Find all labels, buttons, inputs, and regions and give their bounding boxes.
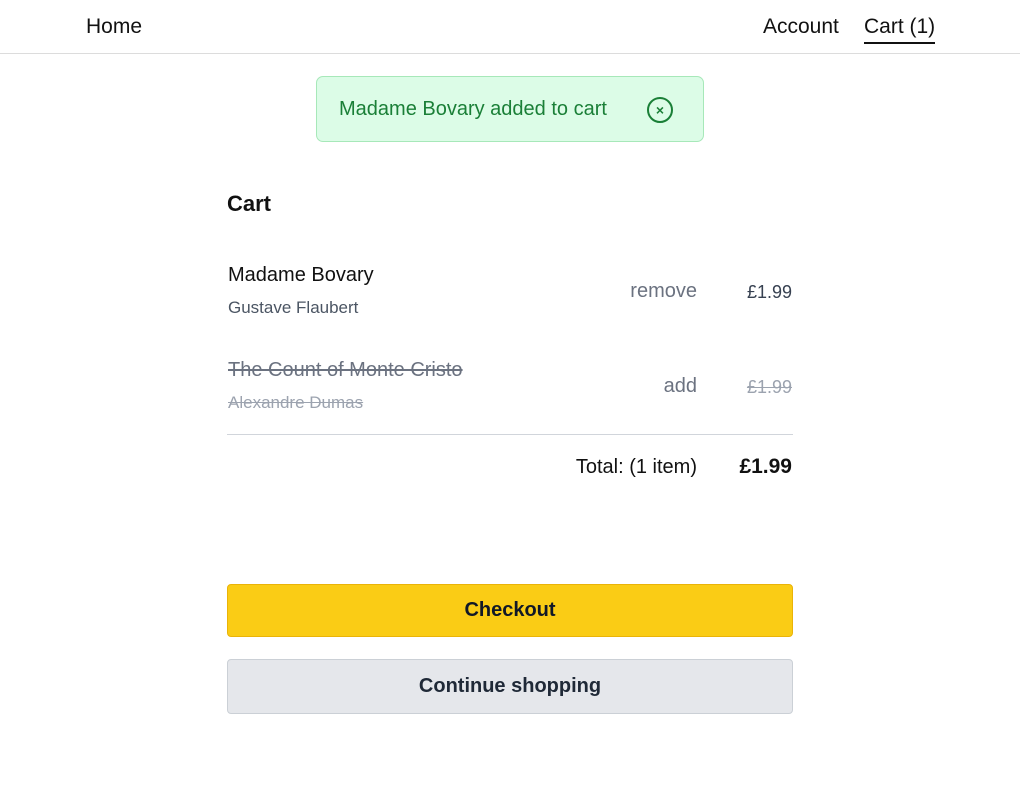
nav-cart-link[interactable]: Cart (1)	[864, 15, 936, 44]
item-title: Madame Bovary	[228, 264, 374, 286]
cart-item-row: Madame Bovary Gustave Flaubert remove £1…	[227, 262, 793, 332]
close-icon[interactable]: ×	[647, 97, 673, 123]
cart-item-row-removed: The Count of Monte Cristo Alexandre Duma…	[227, 357, 793, 427]
item-author: Gustave Flaubert	[228, 298, 359, 317]
remove-item-button[interactable]: remove	[630, 280, 697, 303]
continue-shopping-button[interactable]: Continue shopping	[227, 659, 793, 714]
added-to-cart-toast: Madame Bovary added to cart ×	[316, 76, 704, 142]
nav-home-link[interactable]: Home	[86, 15, 142, 39]
item-price: £1.99	[746, 377, 792, 397]
cart-heading: Cart	[227, 191, 272, 216]
total-value: £1.99	[739, 455, 792, 478]
item-author: Alexandre Dumas	[228, 393, 364, 412]
add-item-button[interactable]: add	[664, 375, 697, 398]
top-navigation: Home Account Cart (1)	[0, 0, 1020, 54]
nav-account-link[interactable]: Account	[763, 15, 839, 39]
checkout-button[interactable]: Checkout	[227, 584, 793, 637]
item-price: £1.99	[746, 282, 792, 302]
cart-divider	[227, 434, 793, 435]
item-title: The Count of Monte Cristo	[228, 359, 463, 381]
toast-message: Madame Bovary added to cart	[339, 97, 607, 120]
total-label: Total: (1 item)	[575, 456, 697, 478]
